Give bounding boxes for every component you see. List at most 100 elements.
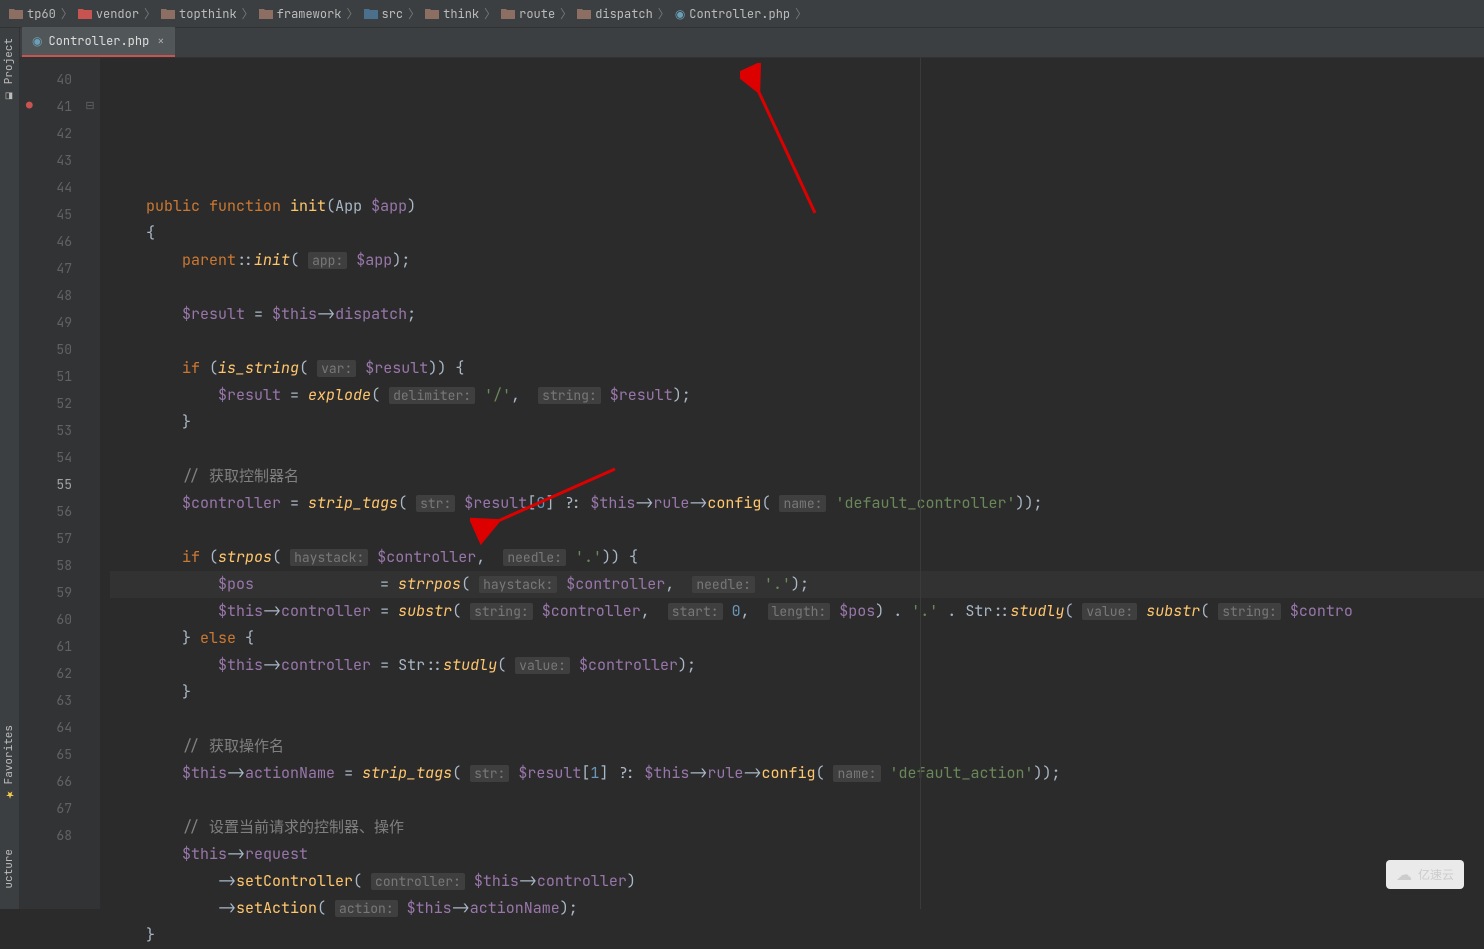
fold-marker[interactable]: [80, 444, 100, 471]
fold-marker[interactable]: [80, 552, 100, 579]
line-number[interactable]: 59: [20, 579, 72, 606]
fold-marker[interactable]: [80, 795, 100, 822]
line-number[interactable]: 47: [20, 255, 72, 282]
breadcrumb-item[interactable]: vendor: [75, 6, 142, 22]
breadcrumb-item[interactable]: tp60: [6, 6, 59, 22]
code-line[interactable]: [110, 706, 1484, 733]
fold-marker[interactable]: [80, 768, 100, 795]
line-number[interactable]: 62: [20, 660, 72, 687]
code-line[interactable]: [110, 436, 1484, 463]
fold-marker[interactable]: [80, 660, 100, 687]
fold-marker[interactable]: [80, 66, 100, 93]
tab-controller-php[interactable]: ◉ Controller.php ×: [22, 27, 175, 57]
code-line[interactable]: // 设置当前请求的控制器、操作: [110, 814, 1484, 841]
code-line[interactable]: [110, 517, 1484, 544]
code-line[interactable]: // 获取操作名: [110, 733, 1484, 760]
code-line[interactable]: [110, 328, 1484, 355]
fold-marker[interactable]: [80, 741, 100, 768]
code-line[interactable]: [110, 274, 1484, 301]
fold-marker[interactable]: [80, 417, 100, 444]
line-number[interactable]: 61: [20, 633, 72, 660]
line-number[interactable]: 54: [20, 444, 72, 471]
line-number[interactable]: 46: [20, 228, 72, 255]
line-gutter[interactable]: 40●4142434445464748495051525354555657585…: [20, 58, 80, 909]
line-number[interactable]: 56: [20, 498, 72, 525]
code-line[interactable]: $controller = strip_tags( str: $result[0…: [110, 490, 1484, 517]
fold-marker[interactable]: [80, 498, 100, 525]
fold-marker[interactable]: [80, 822, 100, 849]
code-line[interactable]: }: [110, 679, 1484, 706]
fold-marker[interactable]: ⊟: [80, 93, 100, 120]
code-line[interactable]: [110, 166, 1484, 193]
breadcrumb-item[interactable]: think: [422, 6, 482, 22]
line-number[interactable]: 66: [20, 768, 72, 795]
code-line[interactable]: }: [110, 922, 1484, 949]
fold-marker[interactable]: [80, 714, 100, 741]
line-number[interactable]: 52: [20, 390, 72, 417]
line-number[interactable]: 44: [20, 174, 72, 201]
breadcrumb-item[interactable]: route: [498, 6, 558, 22]
breadcrumb-item[interactable]: topthink: [158, 6, 240, 22]
fold-marker[interactable]: [80, 390, 100, 417]
fold-marker[interactable]: [80, 282, 100, 309]
line-number[interactable]: 40: [20, 66, 72, 93]
code-line[interactable]: // 获取控制器名: [110, 463, 1484, 490]
fold-marker[interactable]: [80, 633, 100, 660]
fold-marker[interactable]: [80, 228, 100, 255]
code-line[interactable]: }: [110, 409, 1484, 436]
line-number[interactable]: 53: [20, 417, 72, 444]
breadcrumb-item[interactable]: framework: [256, 6, 345, 22]
breadcrumb-item[interactable]: src: [361, 6, 407, 22]
tool-structure[interactable]: ucture: [0, 839, 18, 899]
fold-marker[interactable]: [80, 579, 100, 606]
breadcrumb-item[interactable]: ◉Controller.php: [672, 6, 793, 22]
line-number[interactable]: 50: [20, 336, 72, 363]
code-line[interactable]: $result = explode( delimiter: '/', strin…: [110, 382, 1484, 409]
code-line[interactable]: $pos = strrpos( haystack: $controller, n…: [110, 571, 1484, 598]
close-icon[interactable]: ×: [157, 33, 164, 49]
fold-column[interactable]: ⊟: [80, 58, 100, 909]
fold-marker[interactable]: [80, 525, 100, 552]
code-line[interactable]: } else {: [110, 625, 1484, 652]
code-line[interactable]: $this->controller = substr( string: $con…: [110, 598, 1484, 625]
line-number[interactable]: 64: [20, 714, 72, 741]
line-number[interactable]: 57: [20, 525, 72, 552]
fold-marker[interactable]: [80, 606, 100, 633]
line-number[interactable]: 63: [20, 687, 72, 714]
line-number[interactable]: 51: [20, 363, 72, 390]
breadcrumb-item[interactable]: dispatch: [574, 6, 656, 22]
fold-marker[interactable]: [80, 174, 100, 201]
line-number[interactable]: 55: [20, 471, 72, 498]
line-number[interactable]: 60: [20, 606, 72, 633]
code-line[interactable]: if (strpos( haystack: $controller, needl…: [110, 544, 1484, 571]
line-number[interactable]: 58: [20, 552, 72, 579]
line-number[interactable]: 68: [20, 822, 72, 849]
fold-marker[interactable]: [80, 471, 100, 498]
fold-marker[interactable]: [80, 363, 100, 390]
fold-marker[interactable]: [80, 687, 100, 714]
line-number[interactable]: 67: [20, 795, 72, 822]
line-number[interactable]: 48: [20, 282, 72, 309]
code-line[interactable]: $this->request: [110, 841, 1484, 868]
code-line[interactable]: ->setController( controller: $this->cont…: [110, 868, 1484, 895]
fold-marker[interactable]: [80, 255, 100, 282]
code-line[interactable]: $this->actionName = strip_tags( str: $re…: [110, 760, 1484, 787]
code-line[interactable]: if (is_string( var: $result)) {: [110, 355, 1484, 382]
fold-marker[interactable]: [80, 201, 100, 228]
code-line[interactable]: $this->controller = Str::studly( value: …: [110, 652, 1484, 679]
code-area[interactable]: public function init(App $app) { parent:…: [100, 58, 1484, 909]
code-line[interactable]: $result = $this->dispatch;: [110, 301, 1484, 328]
line-number[interactable]: 43: [20, 147, 72, 174]
tool-project[interactable]: ◧ Project: [0, 28, 18, 112]
line-number[interactable]: ●41: [20, 93, 72, 120]
fold-marker[interactable]: [80, 147, 100, 174]
code-line[interactable]: [110, 787, 1484, 814]
fold-marker[interactable]: [80, 309, 100, 336]
line-number[interactable]: 45: [20, 201, 72, 228]
code-line[interactable]: parent::init( app: $app);: [110, 247, 1484, 274]
line-number[interactable]: 65: [20, 741, 72, 768]
line-number[interactable]: 42: [20, 120, 72, 147]
code-line[interactable]: public function init(App $app): [110, 193, 1484, 220]
fold-marker[interactable]: [80, 336, 100, 363]
line-number[interactable]: 49: [20, 309, 72, 336]
